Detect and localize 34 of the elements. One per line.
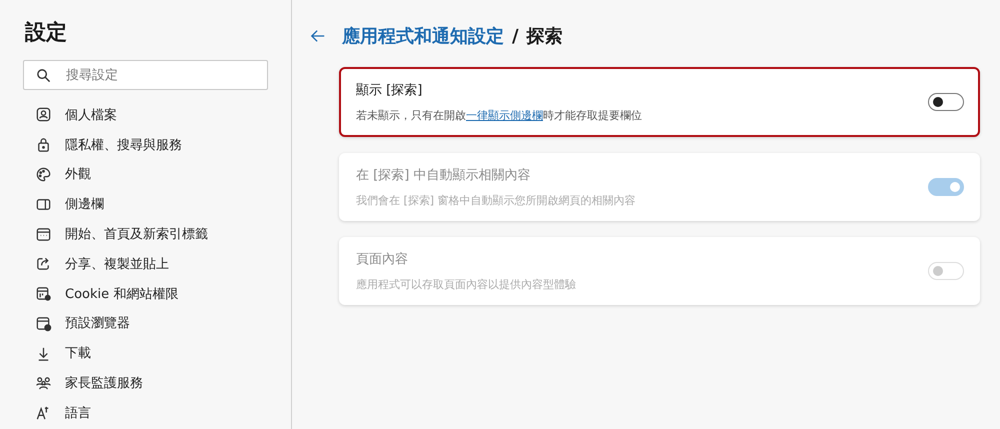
- sidebar-item[interactable]: 外觀: [23, 160, 268, 190]
- sidebar-item[interactable]: 下載: [23, 338, 268, 368]
- sidebar-item[interactable]: 隱私權、搜尋與服務: [23, 130, 268, 160]
- share-icon: [35, 255, 52, 272]
- toggle-switch[interactable]: [928, 93, 964, 111]
- breadcrumb-link[interactable]: 應用程式和通知設定: [342, 24, 504, 48]
- sidebar-item[interactable]: 個人檔案: [23, 100, 268, 130]
- lock-icon: [35, 136, 52, 154]
- setting-description: 若未顯示，只有在開啟一律顯示側邊欄時才能存取提要欄位: [356, 108, 642, 123]
- breadcrumb-separator: /: [512, 26, 519, 46]
- setting-title: 在 [探索] 中自動顯示相關內容: [356, 167, 532, 184]
- new-tab-icon: [35, 226, 52, 243]
- sidebar-item[interactable]: 分享、複製並貼上: [23, 248, 268, 279]
- sidebar-item[interactable]: Cookie 和網站權限: [23, 278, 268, 309]
- sidebar-item[interactable]: 家長監護服務: [23, 368, 268, 398]
- family-icon: [35, 374, 52, 392]
- browser-check-icon: [35, 314, 52, 332]
- search-icon: [36, 68, 51, 83]
- setting-title: 頁面內容: [356, 251, 409, 268]
- setting-title: 顯示 [探索]: [356, 82, 424, 99]
- sidebar-item[interactable]: 預設瀏覽器: [23, 308, 268, 338]
- sidebar-item[interactable]: 開始、首頁及新索引標籤: [23, 219, 268, 249]
- page-title: 探索: [526, 25, 563, 48]
- sidebar-title: 設定: [25, 19, 68, 46]
- link[interactable]: 一律顯示側邊欄: [466, 109, 543, 122]
- sidebar-item[interactable]: 語言: [23, 398, 268, 428]
- setting-description: 應用程式可以存取頁面內容以提供內容型體驗: [356, 277, 576, 292]
- back-arrow-icon[interactable]: [310, 28, 326, 44]
- palette-icon: [35, 166, 52, 183]
- search-field[interactable]: 搜尋設定: [23, 60, 268, 90]
- setting-description: 我們會在 [探索] 窗格中自動顯示您所開啟網頁的相關內容: [356, 193, 636, 208]
- cookie-settings-icon: [35, 285, 52, 302]
- sidebar-item[interactable]: 側邊欄: [23, 189, 268, 220]
- profile-icon: [35, 106, 52, 124]
